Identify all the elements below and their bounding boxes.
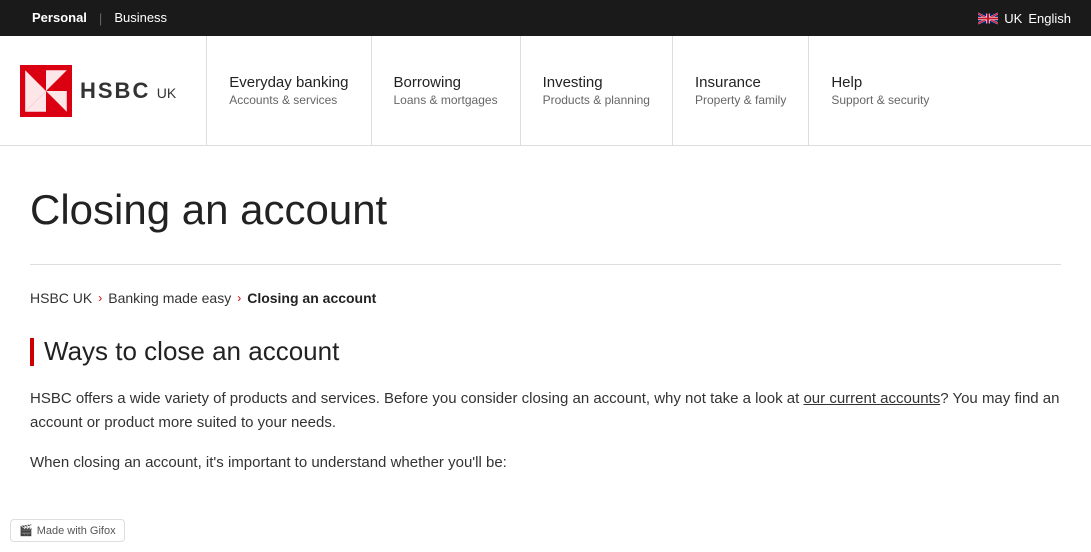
page-title: Closing an account <box>30 186 1061 234</box>
top-bar-nav: Personal | Business <box>20 0 179 36</box>
nav-investing[interactable]: Investing Products & planning <box>520 36 672 145</box>
hsbc-uk-suffix: UK <box>157 85 176 101</box>
nav-insurance-title: Insurance <box>695 74 786 91</box>
logo-area[interactable]: HSBC UK <box>20 65 176 117</box>
logo-text-area: HSBC UK <box>80 78 176 104</box>
page-content: Closing an account HSBC UK › Banking mad… <box>0 146 1091 511</box>
section-title: Ways to close an account <box>44 336 339 367</box>
body-paragraph-2: When closing an account, it's important … <box>30 451 1061 475</box>
nav-everyday-sub: Accounts & services <box>229 93 348 107</box>
body-paragraph-1: HSBC offers a wide variety of products a… <box>30 387 1061 435</box>
nav-insurance-sub: Property & family <box>695 93 786 107</box>
breadcrumb-chevron-2: › <box>237 291 241 305</box>
nav-borrowing-sub: Loans & mortgages <box>394 93 498 107</box>
hsbc-logo: HSBC UK <box>20 65 176 117</box>
locale-selector[interactable]: UK English <box>978 11 1071 26</box>
hsbc-brand-text: HSBC <box>80 78 150 103</box>
breadcrumb: HSBC UK › Banking made easy › Closing an… <box>30 290 1061 306</box>
section-bar-accent <box>30 338 34 366</box>
breadcrumb-home[interactable]: HSBC UK <box>30 290 92 306</box>
nav-help-sub: Support & security <box>831 93 929 107</box>
current-accounts-link[interactable]: our current accounts <box>803 390 940 407</box>
section-heading: Ways to close an account <box>30 336 1061 367</box>
nav-insurance[interactable]: Insurance Property & family <box>672 36 808 145</box>
nav-investing-sub: Products & planning <box>543 93 650 107</box>
nav-help[interactable]: Help Support & security <box>808 36 951 145</box>
gifox-badge: 🎬 Made with Gifox <box>10 519 125 542</box>
gifox-icon: 🎬 <box>19 524 33 537</box>
business-link[interactable]: Business <box>102 0 179 36</box>
nav-items-list: Everyday banking Accounts & services Bor… <box>206 36 1071 145</box>
nav-help-title: Help <box>831 74 929 91</box>
locale-uk-label: UK <box>1004 11 1022 26</box>
personal-link[interactable]: Personal <box>20 0 99 36</box>
breadcrumb-chevron-1: › <box>98 291 102 305</box>
uk-flag-icon <box>978 12 998 25</box>
nav-everyday-title: Everyday banking <box>229 74 348 91</box>
locale-lang-label: English <box>1028 11 1071 26</box>
gifox-label: Made with Gifox <box>37 525 116 537</box>
nav-borrowing-title: Borrowing <box>394 74 498 91</box>
nav-everyday-banking[interactable]: Everyday banking Accounts & services <box>206 36 370 145</box>
hsbc-hexagon-icon <box>20 65 72 117</box>
top-bar: Personal | Business UK English <box>0 0 1091 36</box>
divider <box>30 264 1061 265</box>
breadcrumb-current: Closing an account <box>247 290 376 306</box>
nav-investing-title: Investing <box>543 74 650 91</box>
breadcrumb-section[interactable]: Banking made easy <box>108 290 231 306</box>
nav-borrowing[interactable]: Borrowing Loans & mortgages <box>371 36 520 145</box>
main-navigation: HSBC UK Everyday banking Accounts & serv… <box>0 36 1091 146</box>
